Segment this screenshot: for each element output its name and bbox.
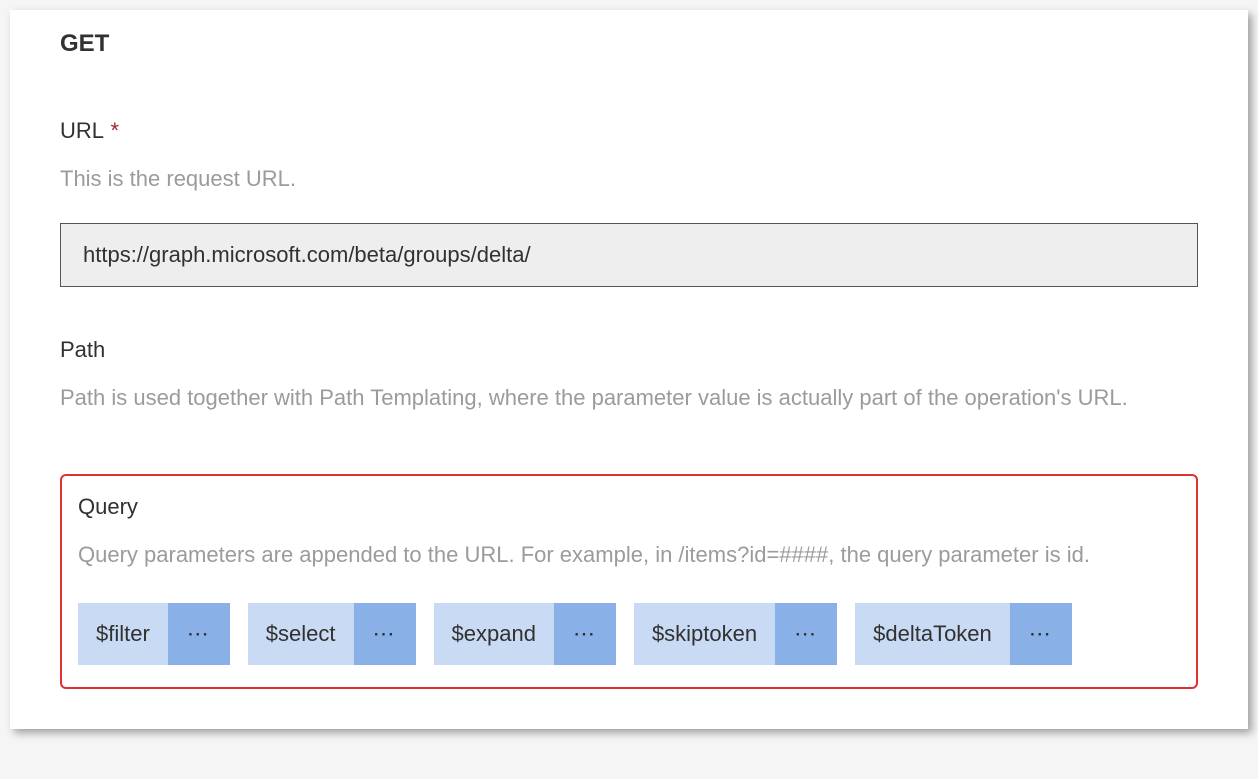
- ellipsis-icon[interactable]: ⋯: [354, 603, 416, 665]
- ellipsis-icon[interactable]: ⋯: [1010, 603, 1072, 665]
- param-chip-expand[interactable]: $expand ⋯: [434, 603, 616, 665]
- required-indicator: *: [110, 118, 119, 143]
- query-section: Query Query parameters are appended to t…: [60, 474, 1198, 689]
- form-container: GET URL * This is the request URL. Path …: [10, 10, 1248, 729]
- url-description: This is the request URL.: [60, 162, 1198, 195]
- query-description: Query parameters are appended to the URL…: [78, 538, 1180, 571]
- url-section: URL * This is the request URL.: [60, 118, 1198, 287]
- url-input[interactable]: [60, 223, 1198, 287]
- param-name: $filter: [78, 603, 168, 665]
- http-method-heading: GET: [60, 10, 1198, 68]
- param-chip-select[interactable]: $select ⋯: [248, 603, 416, 665]
- query-params-row: $filter ⋯ $select ⋯ $expand ⋯ $skiptoken…: [78, 603, 1180, 665]
- param-name: $select: [248, 603, 354, 665]
- path-section: Path Path is used together with Path Tem…: [60, 337, 1198, 414]
- ellipsis-icon[interactable]: ⋯: [775, 603, 837, 665]
- path-description: Path is used together with Path Templati…: [60, 381, 1198, 414]
- param-name: $skiptoken: [634, 603, 775, 665]
- url-label: URL: [60, 118, 104, 143]
- ellipsis-icon[interactable]: ⋯: [168, 603, 230, 665]
- query-label: Query: [78, 494, 1180, 520]
- ellipsis-icon[interactable]: ⋯: [554, 603, 616, 665]
- param-chip-filter[interactable]: $filter ⋯: [78, 603, 230, 665]
- param-name: $expand: [434, 603, 554, 665]
- param-chip-skiptoken[interactable]: $skiptoken ⋯: [634, 603, 837, 665]
- url-label-row: URL *: [60, 118, 1198, 144]
- param-name: $deltaToken: [855, 603, 1010, 665]
- path-label: Path: [60, 337, 1198, 363]
- param-chip-deltatoken[interactable]: $deltaToken ⋯: [855, 603, 1072, 665]
